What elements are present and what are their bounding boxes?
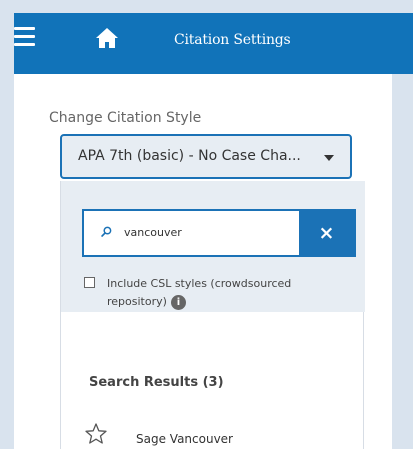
csl-label-line-1: Include CSL styles (crowdsourced [107,277,292,290]
star-icon[interactable] [84,422,108,446]
citation-style-dropdown: × Include CSL styles (crowdsourced repos… [60,181,365,449]
selected-citation-style: APA 7th (basic) - No Case Cha... [78,148,301,164]
search-icon [101,226,112,237]
chevron-down-icon [324,155,334,161]
csl-option-row[interactable]: Include CSL styles (crowdsourced reposit… [84,277,349,315]
csl-checkbox[interactable] [84,277,95,288]
dropdown-search-area: × Include CSL styles (crowdsourced repos… [61,181,365,312]
citation-style-select[interactable]: APA 7th (basic) - No Case Cha... [60,134,352,179]
citation-settings-page: Citation Settings Change Citation Style … [0,0,413,449]
search-box[interactable]: × [82,209,356,257]
search-result-label: Sage Vancouver [136,432,233,446]
search-input[interactable] [124,222,290,242]
search-result-item[interactable]: Sage Vancouver [84,421,344,449]
info-icon[interactable]: i [171,295,186,310]
clear-search-button[interactable]: × [299,211,354,255]
search-results-title: Search Results (3) [89,375,224,390]
close-icon: × [318,222,335,244]
home-icon[interactable] [95,27,119,49]
hamburger-menu-icon[interactable] [14,27,35,46]
citation-style-label: Change Citation Style [49,110,202,126]
top-header: Citation Settings [14,13,413,74]
csl-label-line-2: repository) [107,295,167,308]
page-title: Citation Settings [174,32,291,48]
